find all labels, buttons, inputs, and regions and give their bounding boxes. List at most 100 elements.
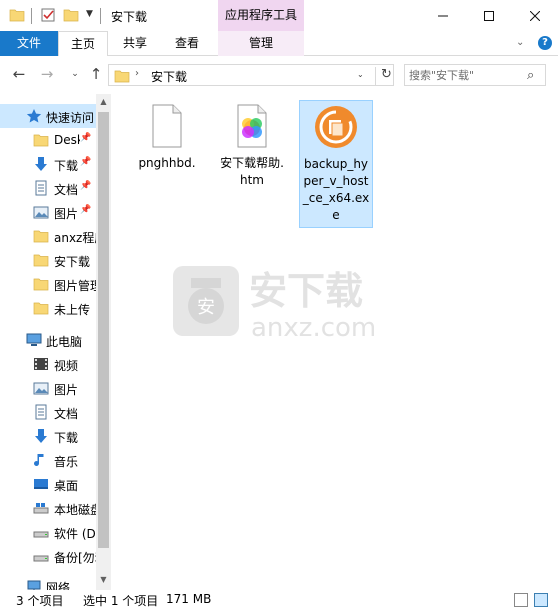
watermark-text-cn: 安下载 <box>249 269 363 313</box>
pin-icon: 📌 <box>80 205 92 215</box>
recent-locations-dropdown[interactable]: ⌄ <box>66 65 84 83</box>
document-icon <box>35 180 47 196</box>
scrollbar-thumb[interactable] <box>98 112 109 548</box>
sidebar-item-anxz[interactable]: anxz程序 <box>0 224 96 248</box>
sidebar-item-pictures-pc[interactable]: 图片 <box>0 376 96 400</box>
sidebar-item-pictures[interactable]: 图片 📌 <box>0 200 96 224</box>
help-icon[interactable]: ? <box>538 36 552 50</box>
address-dropdown-icon[interactable]: ⌄ <box>357 70 364 79</box>
sidebar-item-label: 此电脑 <box>46 335 83 349</box>
watermark-seal-text: 安 <box>197 297 215 318</box>
picture-icon <box>33 382 49 395</box>
sidebar-item-label: 备份[勿动] (E:) <box>54 551 96 565</box>
sidebar-item-label: 网络 <box>46 581 71 590</box>
scroll-down-arrow-icon[interactable]: ▼ <box>96 572 111 587</box>
file-list-area[interactable]: pnghhbd. 安下载帮助.htm backup_hyper_v_host_c… <box>111 94 558 590</box>
sidebar-item-downloads[interactable]: 下载 📌 <box>0 152 96 176</box>
sidebar-item-label: 文档 <box>54 183 79 197</box>
watermark-logo: 安 安下载 anxz.com <box>173 266 376 343</box>
file-item-help-htm[interactable]: 安下载帮助.htm <box>215 100 289 192</box>
sidebar-item-documents[interactable]: 文档 📌 <box>0 176 96 200</box>
sidebar-item-desktop-pc[interactable]: 桌面 <box>0 472 96 496</box>
tab-manage[interactable]: 管理 <box>218 31 304 56</box>
network-icon <box>27 580 41 590</box>
close-icon <box>530 10 540 21</box>
tab-view[interactable]: 查看 <box>162 31 212 56</box>
sidebar-item-this-pc[interactable]: 此电脑 <box>0 328 96 352</box>
sidebar-item-label: 音乐 <box>54 455 79 469</box>
sidebar-item-label: 软件 (D:) <box>54 527 96 541</box>
folder-icon <box>33 254 49 267</box>
sidebar-item-downloads-pc[interactable]: 下载 <box>0 424 96 448</box>
up-arrow-icon[interactable]: ↑ <box>87 65 105 83</box>
folder-icon <box>114 70 130 83</box>
sidebar-item-picture-management[interactable]: 图片管理 <box>0 272 96 296</box>
expand-ribbon-chevron-icon[interactable]: ⌄ <box>516 37 524 48</box>
maximize-icon <box>484 10 494 21</box>
video-icon <box>34 358 48 370</box>
file-name: backup_hyper_v_host_ce_x64.exe <box>302 157 370 222</box>
sidebar-item-label: 文档 <box>54 407 79 421</box>
sidebar-item-documents-pc[interactable]: 文档 <box>0 400 96 424</box>
minimize-button[interactable] <box>420 0 466 31</box>
tab-home[interactable]: 主页 <box>58 31 108 57</box>
sidebar-item-label: 视频 <box>54 359 79 373</box>
customize-quick-access-dropdown[interactable]: ▼ <box>86 9 93 19</box>
sidebar-item-videos[interactable]: 视频 <box>0 352 96 376</box>
folder-blue-icon <box>33 134 49 147</box>
file-item-pnghhbd[interactable]: pnghhbd. <box>130 100 204 175</box>
refresh-icon[interactable]: ↻ <box>375 67 392 85</box>
file-item-backup-exe[interactable]: backup_hyper_v_host_ce_x64.exe <box>299 100 373 228</box>
search-icon[interactable]: ⌕ <box>527 68 534 83</box>
sidebar-item-label: 安下载 <box>54 255 91 269</box>
sidebar-item-quick-access[interactable]: 快速访问 <box>0 104 96 128</box>
document-icon <box>35 404 47 420</box>
selection-count: 选中 1 个项目 <box>83 594 159 608</box>
sidebar-item-local-disk-c[interactable]: 本地磁盘 (C:) <box>0 496 96 520</box>
window-title: 安下载 <box>111 10 148 24</box>
scroll-up-arrow-icon[interactable]: ▲ <box>96 94 111 109</box>
item-count: 3 个项目 <box>16 594 64 608</box>
sidebar-item-not-uploaded[interactable]: 未上传 <box>0 296 96 320</box>
sidebar-item-label: Desktop <box>54 133 80 147</box>
sidebar-item-music[interactable]: 音乐 <box>0 448 96 472</box>
large-icons-view-icon[interactable] <box>534 593 548 607</box>
breadcrumb-separator-icon[interactable]: › <box>135 68 139 79</box>
folder-icon <box>33 230 49 243</box>
star-icon <box>26 109 42 123</box>
details-view-icon[interactable] <box>514 593 528 607</box>
pin-icon: 📌 <box>80 157 92 167</box>
search-input[interactable] <box>409 66 519 84</box>
properties-icon[interactable] <box>40 7 56 23</box>
download-arrow-icon <box>35 157 47 171</box>
forward-arrow-icon[interactable]: → <box>38 65 56 83</box>
context-tab-title: 应用程序工具 <box>218 0 304 31</box>
sidebar-scrollbar[interactable]: ▲ ▼ <box>96 94 111 590</box>
status-bar: 3 个项目 选中 1 个项目 171 MB <box>0 590 558 611</box>
sidebar-item-backup-e[interactable]: 备份[勿动] (E:) <box>0 544 96 568</box>
sidebar-item-software-d[interactable]: 软件 (D:) <box>0 520 96 544</box>
music-icon <box>34 454 44 466</box>
divider <box>100 8 101 24</box>
search-box[interactable]: ⌕ <box>404 64 546 86</box>
back-arrow-icon[interactable]: ← <box>10 65 28 83</box>
folder-icon[interactable] <box>9 7 25 23</box>
pin-icon: 📌 <box>80 181 92 191</box>
close-button[interactable] <box>512 0 558 31</box>
tab-share[interactable]: 共享 <box>110 31 160 56</box>
htm-file-icon <box>237 104 267 148</box>
address-bar[interactable]: › 安下载 ⌄ ↻ <box>108 64 394 86</box>
sidebar-item-label: 下载 <box>54 159 79 173</box>
sidebar-item-label: 下载 <box>54 431 79 445</box>
sidebar-item-desktop[interactable]: Desktop 📌 <box>0 128 96 152</box>
tab-file[interactable]: 文件 <box>0 31 58 56</box>
new-folder-icon[interactable] <box>63 7 79 23</box>
breadcrumb[interactable]: 安下载 <box>151 68 187 85</box>
sidebar-item-network[interactable]: 网络 <box>0 574 96 590</box>
sidebar-item-anxiazai[interactable]: 安下载 <box>0 248 96 272</box>
drive-icon <box>33 555 49 562</box>
maximize-button[interactable] <box>466 0 512 31</box>
desktop-icon <box>34 479 48 489</box>
watermark-text-en: anxz.com <box>251 313 376 343</box>
picture-icon <box>33 206 49 219</box>
